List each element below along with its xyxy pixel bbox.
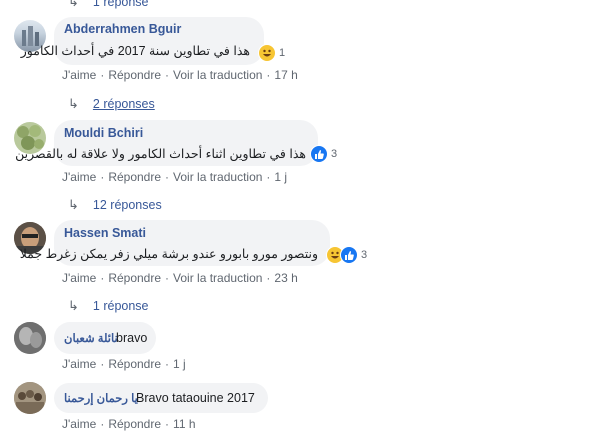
timestamp[interactable]: 1 j <box>173 357 186 371</box>
replies-link[interactable]: ↳ 2 réponses <box>68 96 155 112</box>
translate-action[interactable]: Voir la traduction <box>173 170 262 184</box>
comment-actions: J'aime · Répondre · 1 j <box>62 357 186 371</box>
top-replies-link[interactable]: ↳ 1 réponse <box>68 0 149 10</box>
comment-text: Bravo tataouine 2017 <box>136 391 255 405</box>
haha-reaction-icon <box>258 44 276 62</box>
timestamp[interactable]: 1 j <box>274 170 287 184</box>
comment-author[interactable]: Mouldi Bchiri <box>64 126 143 140</box>
comment-actions: J'aime · Répondre · 11 h <box>62 417 196 431</box>
replies-label: 1 réponse <box>92 299 149 313</box>
reply-arrow-icon: ↳ <box>68 0 79 9</box>
comment-author[interactable]: Abderrahmen Bguir <box>64 22 181 36</box>
avatar-image <box>14 322 46 354</box>
timestamp[interactable]: 11 h <box>173 417 195 431</box>
reaction-count: 1 <box>279 47 286 59</box>
comment-text: هذا في تطاوين اثناء أحداث الكامور ولا عل… <box>15 147 306 161</box>
like-action[interactable]: J'aime <box>62 271 96 285</box>
reply-action[interactable]: Répondre <box>108 271 161 285</box>
avatar[interactable] <box>14 322 46 354</box>
reply-action[interactable]: Répondre <box>108 68 161 82</box>
comment-bubble: يا رحمان إرحمنا Bravo tataouine 2017 <box>54 383 268 413</box>
comment-actions: J'aime · Répondre · Voir la traduction · 23 h <box>62 271 298 285</box>
translate-action[interactable]: Voir la traduction <box>173 68 262 82</box>
reaction-summary[interactable]: 1 <box>258 44 285 62</box>
reply-action[interactable]: Répondre <box>108 170 161 184</box>
reply-action[interactable]: Répondre <box>108 417 161 431</box>
replies-link[interactable]: ↳ 12 réponses <box>68 197 162 213</box>
reaction-summary[interactable]: 3 <box>310 145 337 163</box>
timestamp[interactable]: 23 h <box>274 271 297 285</box>
comment-author[interactable]: نائلة شعبان <box>64 331 118 345</box>
reaction-summary[interactable]: 3 <box>326 246 367 264</box>
like-reaction-icon <box>340 246 358 264</box>
comment-text: bravo <box>116 331 148 345</box>
translate-action[interactable]: Voir la traduction <box>173 271 262 285</box>
like-action[interactable]: J'aime <box>62 417 96 431</box>
reply-arrow-icon: ↳ <box>68 298 79 313</box>
comment-actions: J'aime · Répondre · Voir la traduction · 1 j <box>62 170 288 184</box>
top-replies-label: 1 réponse <box>92 0 149 9</box>
comment-bubble: نائلة شعبان bravo <box>54 322 156 354</box>
comment-bubble: Hassen Smati ونتصور مورو بابورو عندو برش… <box>20 220 330 266</box>
timestamp[interactable]: 17 h <box>274 68 297 82</box>
comment-actions: J'aime · Répondre · Voir la traduction · 17 h <box>62 68 298 82</box>
comment-bubble: Mouldi Bchiri هذا في تطاوين اثناء أحداث … <box>15 120 318 166</box>
reply-action[interactable]: Répondre <box>108 357 161 371</box>
comment-author[interactable]: Hassen Smati <box>64 226 146 240</box>
comment-text: هذا في تطاوين سنة 2017 في أحداث الكامور <box>20 44 250 58</box>
comment-text: ونتصور مورو بابورو عندو برشة ميلي زفر يم… <box>19 247 318 261</box>
avatar[interactable] <box>14 382 46 414</box>
like-action[interactable]: J'aime <box>62 68 96 82</box>
like-reaction-icon <box>310 145 328 163</box>
like-action[interactable]: J'aime <box>62 357 96 371</box>
comment-bubble: Abderrahmen Bguir هذا في تطاوين سنة 2017… <box>21 17 264 65</box>
reply-arrow-icon: ↳ <box>68 96 79 111</box>
avatar-image <box>14 382 46 414</box>
reaction-count: 3 <box>331 148 338 160</box>
comment-author[interactable]: يا رحمان إرحمنا <box>64 391 138 405</box>
replies-label: 2 réponses <box>92 97 155 111</box>
replies-link[interactable]: ↳ 1 réponse <box>68 298 149 314</box>
reaction-count: 3 <box>361 249 368 261</box>
replies-label: 12 réponses <box>92 198 162 212</box>
reply-arrow-icon: ↳ <box>68 197 79 212</box>
like-action[interactable]: J'aime <box>62 170 96 184</box>
